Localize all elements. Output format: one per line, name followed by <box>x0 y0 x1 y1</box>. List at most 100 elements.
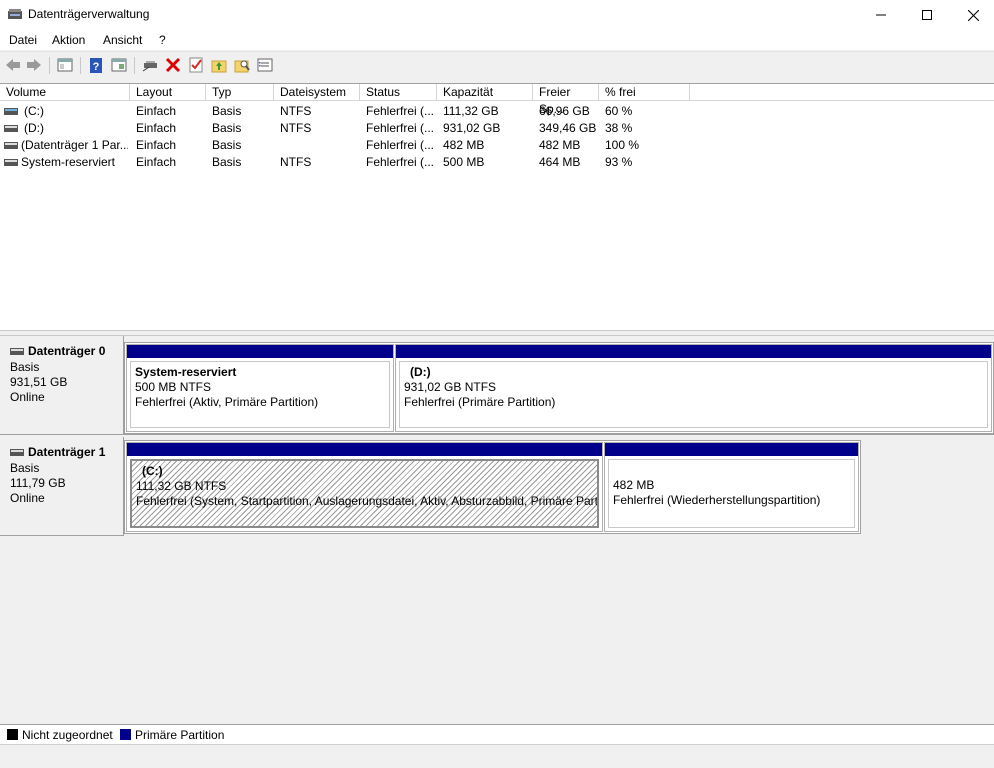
menu-datei[interactable]: Datei <box>9 33 37 47</box>
partition-system-reserviert[interactable]: System-reserviert 500 MB NTFS Fehlerfrei… <box>126 344 394 432</box>
disk-1-type: Basis <box>10 461 40 475</box>
table-row[interactable]: (Datenträger 1 Par... Einfach Basis Fehl… <box>0 137 994 154</box>
minimize-icon <box>876 14 886 16</box>
column-header-dateisystem[interactable]: Dateisystem <box>274 84 360 101</box>
cell-kapazitaet: 931,02 GB <box>443 121 501 135</box>
partition-title: (C:) <box>142 464 163 478</box>
cell-prozent-frei: 93 % <box>605 155 633 169</box>
disk-1-name: Datenträger 1 <box>28 445 106 459</box>
column-header-volume[interactable]: Volume <box>0 84 130 101</box>
drive-icon <box>4 159 18 166</box>
forward-button[interactable] <box>25 56 43 74</box>
disk-0-state: Online <box>10 390 45 404</box>
cell-layout: Einfach <box>136 138 177 152</box>
partition-recovery[interactable]: 482 MB Fehlerfrei (Wiederherstellungspar… <box>604 442 859 532</box>
minimize-button[interactable] <box>858 0 904 30</box>
cell-volume: (Datenträger 1 Par... <box>21 138 128 152</box>
connect-disk-button[interactable] <box>141 56 159 74</box>
disk-1-size: 111,79 GB <box>10 476 66 490</box>
cell-volume: (C:) <box>24 104 44 118</box>
column-header-typ[interactable]: Typ <box>206 84 274 101</box>
cell-typ: Basis <box>212 121 242 135</box>
settings-list-button[interactable] <box>256 56 274 74</box>
toolbar-separator <box>49 57 50 74</box>
partition-body: (D:) 931,02 GB NTFS Fehlerfrei (Primäre … <box>399 361 988 428</box>
properties-button[interactable] <box>187 56 205 74</box>
partition-c[interactable]: (C:) 111,32 GB NTFS Fehlerfrei (System, … <box>126 442 603 532</box>
forward-icon <box>27 59 41 71</box>
show-action-pane-button[interactable] <box>110 56 128 74</box>
cell-layout: Einfach <box>136 155 177 169</box>
maximize-button[interactable] <box>904 0 950 30</box>
connect-disk-icon <box>142 61 157 72</box>
table-row[interactable]: System-reserviert Einfach Basis NTFS Feh… <box>0 154 994 171</box>
cell-freier-speicher: 349,46 GB <box>539 121 597 135</box>
delete-button[interactable] <box>164 56 182 74</box>
toolbar-separator <box>134 57 135 74</box>
help-button[interactable]: ? <box>87 56 105 74</box>
console-tree-button[interactable] <box>56 56 74 74</box>
column-header-prozent-frei[interactable]: % frei <box>599 84 690 101</box>
cell-typ: Basis <box>212 155 242 169</box>
legend-swatch-primary <box>120 729 131 740</box>
cell-status: Fehlerfrei (... <box>366 121 435 135</box>
disk-separator <box>0 535 124 536</box>
toolbar-separator <box>80 57 81 74</box>
disk-0-name: Datenträger 0 <box>28 344 106 358</box>
menu-ansicht[interactable]: Ansicht <box>103 33 142 47</box>
disk-icon <box>10 449 24 456</box>
partition-title: System-reserviert <box>135 365 237 379</box>
search-folder-button[interactable] <box>233 56 251 74</box>
back-icon <box>6 59 20 71</box>
partition-size: 931,02 GB NTFS <box>404 380 497 394</box>
table-row[interactable]: (D:) Einfach Basis NTFS Fehlerfrei (... … <box>0 120 994 137</box>
column-header-layout[interactable]: Layout <box>130 84 206 101</box>
new-folder-up-icon <box>211 60 227 73</box>
disk-0-label[interactable]: Datenträger 0 Basis 931,51 GB Online <box>0 336 124 434</box>
cell-layout: Einfach <box>136 104 177 118</box>
menu-bar: Datei Aktion Ansicht ? <box>0 30 994 50</box>
cell-kapazitaet: 111,32 GB <box>443 104 499 118</box>
window-title: Datenträgerverwaltung <box>28 7 150 21</box>
disk-1-partitions: (C:) 111,32 GB NTFS Fehlerfrei (System, … <box>124 440 861 534</box>
cell-kapazitaet: 500 MB <box>443 155 485 169</box>
drive-icon <box>4 142 18 149</box>
column-header-status[interactable]: Status <box>360 84 437 101</box>
maximize-icon <box>922 10 932 20</box>
cell-prozent-frei: 38 % <box>605 121 633 135</box>
menu-aktion[interactable]: Aktion <box>52 33 85 47</box>
cell-kapazitaet: 482 MB <box>443 138 485 152</box>
partition-status: Fehlerfrei (Aktiv, Primäre Partition) <box>135 395 319 409</box>
partition-status: Fehlerfrei (System, Startpartition, Ausl… <box>136 494 599 508</box>
disk-1-label[interactable]: Datenträger 1 Basis 111,79 GB Online <box>0 437 124 535</box>
disk-0-type: Basis <box>10 360 40 374</box>
svg-text:?: ? <box>93 61 100 73</box>
disk-0-partitions: System-reserviert 500 MB NTFS Fehlerfrei… <box>124 342 994 434</box>
partition-size: 500 MB NTFS <box>135 380 212 394</box>
disk-1-state: Online <box>10 491 45 505</box>
column-header-freier-speicher[interactable]: Freier Sp... <box>533 84 599 116</box>
legend-label-unallocated: Nicht zugeordnet <box>22 728 113 742</box>
cell-status: Fehlerfrei (... <box>366 104 435 118</box>
help-icon: ? <box>90 58 102 73</box>
back-button[interactable] <box>4 56 22 74</box>
partition-size: 111,32 GB NTFS <box>136 479 227 493</box>
cell-status: Fehlerfrei (... <box>366 138 435 152</box>
partition-status: Fehlerfrei (Primäre Partition) <box>404 395 556 409</box>
new-folder-up-button[interactable] <box>210 56 228 74</box>
cell-dateisystem: NTFS <box>280 104 312 118</box>
column-header-kapazitaet[interactable]: Kapazität <box>437 84 533 101</box>
show-action-pane-icon <box>111 58 127 72</box>
table-row[interactable]: (C:) Einfach Basis NTFS Fehlerfrei (... … <box>0 103 994 120</box>
close-button[interactable] <box>950 0 994 30</box>
properties-check-icon <box>189 57 203 73</box>
partition-body: 482 MB Fehlerfrei (Wiederherstellungspar… <box>608 459 855 528</box>
menu-help[interactable]: ? <box>159 33 166 47</box>
partition-bar <box>605 443 858 456</box>
legend-label-primary: Primäre Partition <box>135 728 225 742</box>
partition-d[interactable]: (D:) 931,02 GB NTFS Fehlerfrei (Primäre … <box>395 344 992 432</box>
legend-swatch-unallocated <box>7 729 18 740</box>
cell-status: Fehlerfrei (... <box>366 155 435 169</box>
cell-typ: Basis <box>212 104 242 118</box>
cell-freier-speicher: 66,96 GB <box>539 104 590 118</box>
